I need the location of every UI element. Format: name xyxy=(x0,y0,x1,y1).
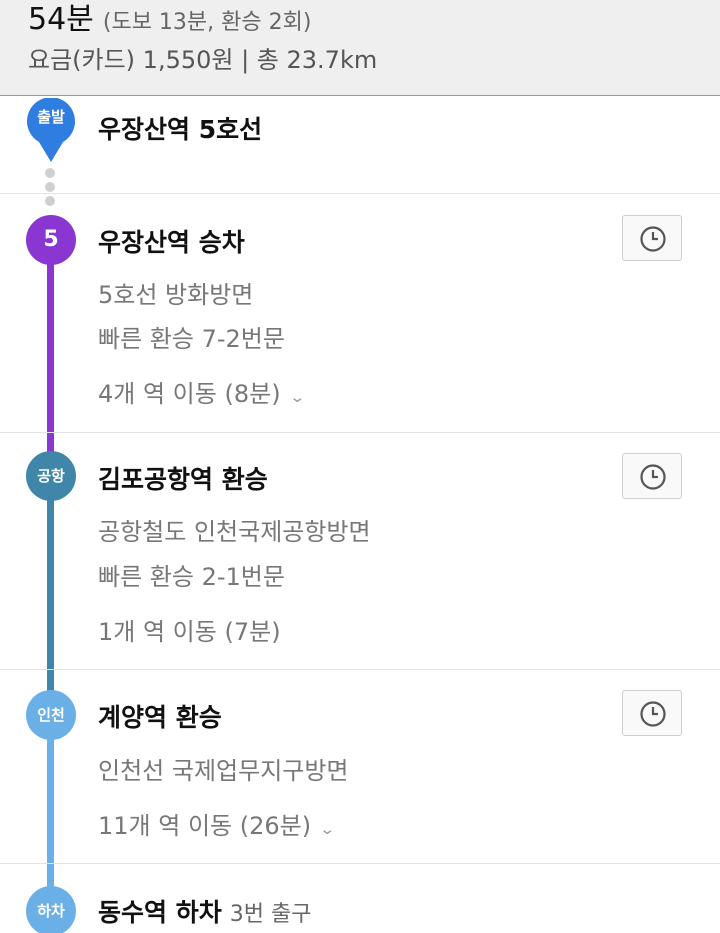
departure-badge-label: 출발 xyxy=(37,108,65,126)
fare-distance: 요금(카드) 1,550원 | 총 23.7km xyxy=(28,46,378,74)
timetable-button[interactable] xyxy=(622,690,682,736)
route-summary: 54분 (도보 13분, 환승 2회) 요금(카드) 1,550원 | 총 23… xyxy=(0,0,720,96)
step-title: 계양역 환승 xyxy=(98,703,222,732)
step-stations: 4개 역 이동 (8분) xyxy=(98,380,281,408)
divider xyxy=(0,432,720,433)
step-direction: 5호선 방화방면 xyxy=(98,281,254,309)
divider xyxy=(0,669,720,670)
line5-segment xyxy=(47,240,54,454)
step-fast-transfer: 빠른 환승 7-2번문 xyxy=(98,325,285,353)
divider xyxy=(0,193,720,194)
summary-time-row: 54분 (도보 13분, 환승 2회) xyxy=(28,0,311,38)
clock-icon xyxy=(640,226,666,252)
airport-line-segment xyxy=(47,474,54,714)
timetable-button[interactable] xyxy=(622,215,682,261)
arrival-exit: 3번 출구 xyxy=(229,902,312,927)
divider xyxy=(0,863,720,864)
chevron-down-icon: ⌄ xyxy=(288,388,306,406)
timetable-button[interactable] xyxy=(622,453,682,499)
arrival-station: 동수역 하차 xyxy=(98,898,222,927)
walk-dots xyxy=(45,168,57,210)
step-direction: 인천선 국제업무지구방면 xyxy=(98,757,349,785)
incheon-line-badge: 인천 xyxy=(26,690,76,740)
step-title: 우장산역 승차 xyxy=(98,228,245,257)
incheon-line-segment xyxy=(47,714,54,910)
departure-title: 우장산역 5호선 xyxy=(98,115,263,144)
time-detail: (도보 13분, 환승 2회) xyxy=(102,10,312,35)
departure-pin-icon: 출발 xyxy=(24,97,78,164)
step-title: 김포공항역 환승 xyxy=(98,465,268,494)
step-fast-transfer: 빠른 환승 2-1번문 xyxy=(98,563,285,591)
step-stations-toggle[interactable]: 11개 역 이동 (26분) ⌄ xyxy=(98,806,336,841)
clock-icon xyxy=(640,701,666,727)
arrival-title: 동수역 하차 3번 출구 xyxy=(98,893,311,929)
step-direction: 공항철도 인천국제공항방면 xyxy=(98,518,371,546)
step-stations-toggle[interactable]: 4개 역 이동 (8분) ⌄ xyxy=(98,374,306,409)
clock-icon xyxy=(640,464,666,490)
line5-badge: 5 xyxy=(26,215,76,265)
airport-line-badge: 공항 xyxy=(26,451,76,501)
step-stations: 11개 역 이동 (26분) xyxy=(98,812,312,840)
total-time: 54분 xyxy=(28,2,94,37)
step-stations: 1개 역 이동 (7분) xyxy=(98,618,281,646)
arrival-badge: 하차 xyxy=(26,886,76,933)
chevron-down-icon: ⌄ xyxy=(319,820,336,838)
